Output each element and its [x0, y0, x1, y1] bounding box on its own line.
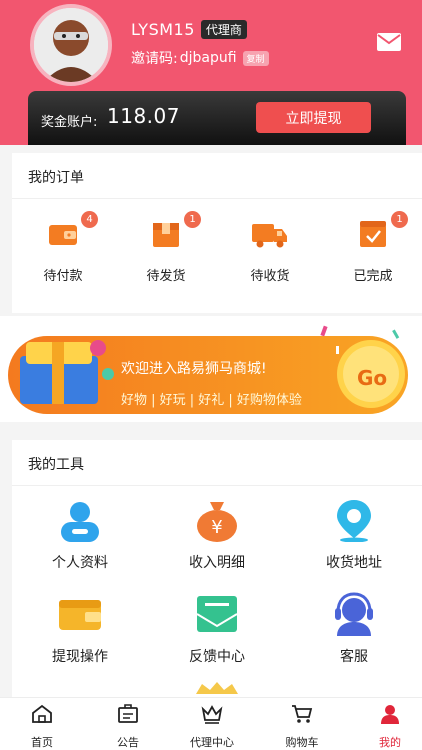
- mail-icon[interactable]: [376, 32, 402, 52]
- nav-agent-center[interactable]: 代理中心: [170, 704, 254, 750]
- tool-label: 反馈中心: [189, 649, 245, 665]
- order-badge: 1: [391, 211, 408, 228]
- invite-code-row: 邀请码: djbapufi 复制: [131, 48, 269, 68]
- svg-text:¥: ¥: [211, 517, 222, 538]
- location-pin-icon: [337, 500, 371, 543]
- withdraw-now-button[interactable]: 立即提现: [256, 102, 371, 133]
- nav-label: 购物车: [285, 736, 319, 749]
- order-label: 已完成: [353, 269, 393, 284]
- invite-code: djbapufi: [179, 50, 237, 66]
- tool-label: 个人资料: [52, 555, 108, 571]
- tool-shipping-address[interactable]: 收货地址: [294, 498, 414, 572]
- balance-card: 奖金账户: 118.07 立即提现: [28, 91, 406, 145]
- avatar[interactable]: [30, 4, 112, 86]
- nav-notice[interactable]: 公告: [86, 704, 170, 750]
- orders-panel: 我的订单 4 待付款 1 待发货 待收货 1 已完成: [12, 153, 422, 313]
- crown-partial-icon: [196, 682, 238, 694]
- nav-label: 公告: [117, 736, 139, 749]
- user-name: LYSM15: [131, 20, 195, 39]
- tool-label: 提现操作: [52, 649, 108, 665]
- tools-panel: 我的工具 个人资料 ¥ 收入明细 收货地址 提现操作 反馈中心 客服: [12, 440, 422, 710]
- tool-income-details[interactable]: ¥ 收入明细: [157, 498, 277, 572]
- order-label: 待付款: [43, 269, 83, 284]
- tool-customer-service[interactable]: 客服: [294, 592, 414, 666]
- avatar-image: [34, 8, 108, 82]
- check-box-icon: [360, 221, 386, 247]
- orders-title: 我的订单: [28, 170, 84, 186]
- nav-home[interactable]: 首页: [0, 704, 84, 750]
- balance-value: 118.07: [107, 104, 180, 128]
- truck-icon: [252, 224, 287, 248]
- invite-label: 邀请码:: [131, 51, 178, 67]
- tool-feedback-center[interactable]: 反馈中心: [157, 592, 277, 666]
- profile-icon: [61, 502, 99, 542]
- nav-label: 我的: [379, 736, 401, 749]
- order-badge: 1: [184, 211, 201, 228]
- money-bag-icon: ¥: [197, 502, 237, 542]
- wallet-icon: [59, 600, 101, 630]
- nav-label: 首页: [31, 736, 53, 749]
- banner-title: 欢迎进入路易狮马商城!: [121, 361, 267, 377]
- banner-go-button[interactable]: Go: [357, 366, 387, 390]
- user-name-row: LYSM15 代理商: [131, 20, 247, 39]
- tool-profile[interactable]: 个人资料: [20, 498, 140, 572]
- role-badge: 代理商: [200, 20, 247, 39]
- order-badge: 4: [81, 211, 98, 228]
- box-icon: [153, 223, 179, 247]
- divider: [12, 485, 422, 486]
- nav-cart[interactable]: 购物车: [260, 704, 344, 750]
- order-label: 待发货: [146, 269, 186, 284]
- feedback-mail-icon: [196, 596, 238, 632]
- nav-label: 代理中心: [190, 736, 234, 749]
- order-pending-payment[interactable]: 4 待付款: [18, 211, 108, 284]
- order-pending-receipt[interactable]: 待收货: [225, 217, 315, 284]
- wallet-icon: [49, 225, 77, 245]
- banner-tags: 好物 | 好玩 | 好礼 | 好购物体验: [121, 393, 302, 408]
- headset-icon: [335, 592, 373, 636]
- order-label: 待收货: [250, 269, 290, 284]
- divider: [12, 198, 422, 199]
- order-pending-shipment[interactable]: 1 待发货: [121, 211, 211, 284]
- balance-label: 奖金账户:: [41, 115, 98, 130]
- bottom-nav: 首页 公告 代理中心 购物车 我的: [0, 697, 422, 750]
- tool-label: 收入明细: [189, 555, 245, 571]
- crown-icon: [201, 705, 223, 724]
- tools-title: 我的工具: [28, 457, 84, 473]
- nav-mine[interactable]: 我的: [348, 704, 422, 750]
- cart-icon: [292, 705, 313, 723]
- home-icon: [32, 704, 52, 723]
- profile-header: LYSM15 代理商 邀请码: djbapufi 复制 奖金账户: 118.07…: [0, 0, 422, 145]
- tool-label: 收货地址: [326, 555, 382, 571]
- tool-label: 客服: [340, 649, 368, 665]
- notice-icon: [118, 704, 138, 723]
- order-completed[interactable]: 1 已完成: [328, 211, 418, 284]
- user-icon: [381, 705, 399, 724]
- tool-withdraw[interactable]: 提现操作: [20, 592, 140, 666]
- copy-button[interactable]: 复制: [242, 50, 269, 66]
